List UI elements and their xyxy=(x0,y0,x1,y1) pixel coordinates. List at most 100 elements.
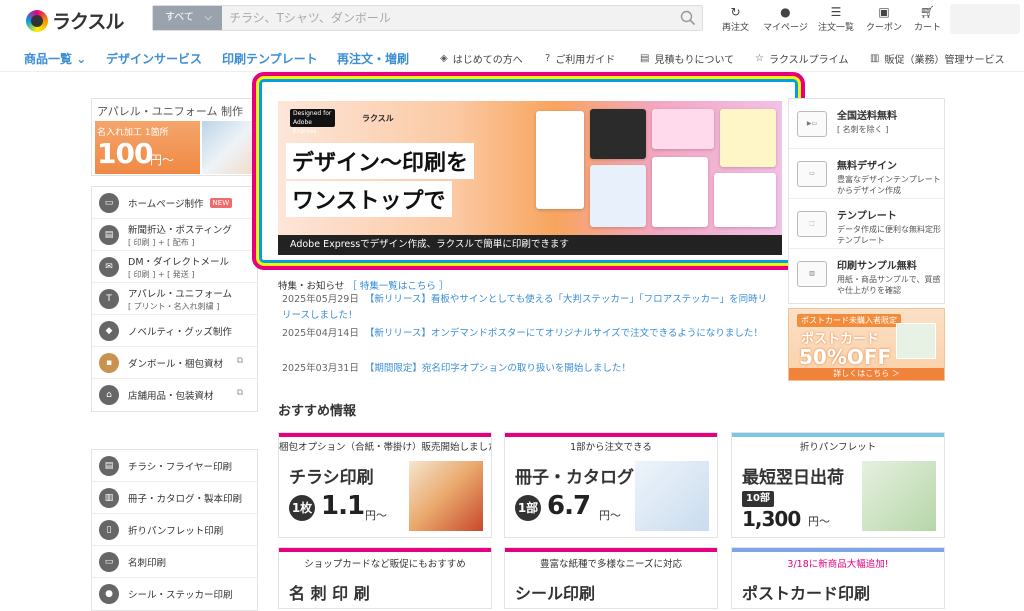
category-pamphlet[interactable]: ▯ 折りパンフレット印刷 xyxy=(92,514,257,546)
card-price: 6.7 xyxy=(547,491,591,521)
apparel-promo-banner[interactable]: アパレル・ユニフォーム 制作 名入れ加工 1箇所 100 円〜 xyxy=(91,98,258,176)
card-business-card[interactable]: ショップカードなど販促にもおすすめ 名 刺 印 刷 xyxy=(278,547,492,609)
banner-mockup xyxy=(714,173,776,227)
banner-mockup xyxy=(590,109,646,159)
book-icon: ▥ xyxy=(99,488,119,508)
search-icon[interactable] xyxy=(680,10,696,26)
banner-mockup xyxy=(720,109,776,167)
card-qty: 10部 xyxy=(742,491,774,507)
nav-estimate[interactable]: ▤ 見積もりについて xyxy=(640,51,734,66)
star-icon: ☆ xyxy=(755,53,764,64)
card-accent-bar xyxy=(505,548,717,552)
card-postcard[interactable]: 3/18に新商品大幅追加! ポストカード印刷 xyxy=(731,547,945,609)
category-cardboard[interactable]: ▪ ダンボール・梱包資材 ⧉ xyxy=(92,347,257,379)
category-list: ▭ ホームページ制作 NEW ▤ 新聞折込・ポスティング[ 印刷 ] + [ 配布 ]… xyxy=(91,186,258,412)
news-item[interactable]: 2025年05月29日 【新リリース】看板やサインとしても使える「大判ステッカー」… xyxy=(282,292,768,324)
postcard-promo-banner[interactable]: ポストカード未購入者限定 ポストカード 50%OFF 詳しくはこちら ＞ xyxy=(788,308,945,381)
pamphlet-icon: ▯ xyxy=(99,520,119,540)
global-nav: 商品一覧 ⌄ デザインサービス 印刷テンプレート 再注文・増刷 ◈ はじめての方へ… xyxy=(0,44,1024,72)
card-caption: 豊富な紙種で多様なニーズに対応 xyxy=(539,559,683,570)
logo[interactable]: ラクスル xyxy=(26,7,124,34)
box-icon: ▪ xyxy=(99,353,119,373)
nav-coupon-label: クーポン xyxy=(866,23,903,33)
nav-design-service[interactable]: デザインサービス xyxy=(106,50,202,67)
category-posting[interactable]: ▤ 新聞折込・ポスティング[ 印刷 ] + [ 配布 ] xyxy=(92,219,257,251)
nav-reprint[interactable]: 再注文・増刷 xyxy=(337,50,409,67)
nav-sales-management[interactable]: ▥ 販促（業務）管理サービス xyxy=(870,51,1004,66)
nav-orders[interactable]: ☰ 注文一覧 xyxy=(818,5,854,33)
nav-cart[interactable]: 🛒︎ カート xyxy=(914,5,941,33)
category-store[interactable]: ⌂ 店舗用品・包装資材 ⧉ xyxy=(92,379,257,411)
news-item[interactable]: 2025年03月31日 【期間限定】宛名印字オプションの取り扱いを開始しました！ xyxy=(282,361,768,377)
card-price: 1.1 xyxy=(321,491,365,521)
list-icon: ☰ xyxy=(830,5,842,19)
nav-coupon[interactable]: ▣ クーポン xyxy=(866,5,902,33)
card-caption: ショップカードなど販促にもおすすめ xyxy=(304,559,466,570)
template-icon: ⬚ xyxy=(797,211,827,237)
banner-mockup xyxy=(652,109,714,149)
store-icon: ⌂ xyxy=(99,385,119,405)
card-price: 1,300 xyxy=(742,507,801,531)
print-category-list: ▤ チラシ・フライヤー印刷 ▥ 冊子・カタログ・製本印刷 ▯ 折りパンフレット印刷 ▭… xyxy=(91,449,258,611)
chevron-down-icon: ⌵ xyxy=(204,12,212,23)
promo-tag: ポストカード未購入者限定 xyxy=(797,314,901,327)
card-name: 名 刺 印 刷 xyxy=(289,584,370,603)
promo-image xyxy=(896,323,936,359)
card-sticker[interactable]: 豊富な紙種で多様なニーズに対応 シール印刷 xyxy=(504,547,718,609)
user-icon: ● xyxy=(780,5,791,19)
newspaper-icon: ▤ xyxy=(99,225,119,245)
card-booklet[interactable]: 1部から注文できる 冊子・カタログ 1部 6.7 円〜 xyxy=(504,432,718,538)
search-category-select[interactable]: すべて ⌵ xyxy=(153,6,222,30)
category-booklet[interactable]: ▥ 冊子・カタログ・製本印刷 xyxy=(92,482,257,514)
card-caption: 1部から注文できる xyxy=(570,442,652,453)
promo-cta: 詳しくはこちら ＞ xyxy=(789,368,944,380)
tshirt-icon: T xyxy=(99,289,119,309)
card-accent-bar xyxy=(279,433,491,437)
search-input[interactable] xyxy=(229,6,669,30)
nav-reorder[interactable]: ↻ 再注文 xyxy=(722,5,749,33)
logo-mark-icon xyxy=(26,9,48,32)
category-flyer[interactable]: ▤ チラシ・フライヤー印刷 xyxy=(92,450,257,482)
category-dm[interactable]: ✉ DM・ダイレクトメール[ 印刷 ] + [ 発送 ] xyxy=(92,251,257,283)
account-area[interactable] xyxy=(950,4,1020,34)
gift-icon: ◆ xyxy=(99,321,119,341)
flyer-icon: ▤ xyxy=(99,456,119,476)
nav-prime[interactable]: ☆ ラクスルプライム xyxy=(755,51,848,66)
category-apparel[interactable]: T アパレル・ユニフォーム[ プリント・名入れ刺繍 ] xyxy=(92,283,257,315)
service-free-design[interactable]: ▭ 無料デザイン 豊富なデザインテンプレートからデザイン作成 xyxy=(789,149,944,199)
adobe-express-banner[interactable]: Designed for Adobe Express ラクスル デザイン～印刷を… xyxy=(278,101,782,255)
nav-templates[interactable]: 印刷テンプレート xyxy=(222,50,318,67)
question-icon: ? xyxy=(545,53,551,64)
nav-mypage[interactable]: ● マイページ xyxy=(763,5,808,33)
nav-guide[interactable]: ? ご利用ガイド xyxy=(545,51,615,66)
card-unit: 円〜 xyxy=(599,509,621,522)
news-list-link[interactable]: ［ 特集一覧はこちら ］ xyxy=(347,281,448,292)
category-novelty[interactable]: ◆ ノベルティ・グッズ制作 xyxy=(92,315,257,347)
nav-reorder-label: 再注文 xyxy=(722,23,750,33)
card-image xyxy=(635,461,709,531)
mail-icon: ✉ xyxy=(99,257,119,277)
category-business-card[interactable]: ▭ 名刺印刷 xyxy=(92,546,257,578)
chevron-down-icon: ⌄ xyxy=(76,52,87,66)
card-name: ポストカード印刷 xyxy=(742,584,871,603)
card-accent-bar xyxy=(279,548,491,552)
sample-icon: ▥ xyxy=(797,261,827,287)
service-free-shipping[interactable]: ▶▭ 全国送料無料 [ 名刺を除く ] xyxy=(789,99,944,149)
shield-icon: ◈ xyxy=(440,53,448,64)
cart-icon: 🛒︎ xyxy=(919,5,936,19)
category-sticker[interactable]: ● シール・ステッカー印刷 xyxy=(92,578,257,610)
service-template[interactable]: ⬚ テンプレート データ作成に便利な無料定形テンプレート xyxy=(789,199,944,249)
card-qty: 1枚 xyxy=(289,495,315,521)
external-link-icon: ⧉ xyxy=(236,388,243,398)
category-homepage[interactable]: ▭ ホームページ制作 NEW xyxy=(92,187,257,219)
news-header: 特集・お知らせ ［ 特集一覧はこちら ］ xyxy=(278,278,448,292)
service-free-sample[interactable]: ▥ 印刷サンプル無料 用紙・商品サンプルで、質感や仕上がりを確認 xyxy=(789,249,944,303)
nav-beginners[interactable]: ◈ はじめての方へ xyxy=(440,51,523,66)
card-flyer[interactable]: 梱包オプション（合紙・帯掛け）販売開始しました！ チラシ印刷 1枚 1.1 円〜 xyxy=(278,432,492,538)
card-pamphlet[interactable]: 折りパンフレット 最短翌日出荷 10部 1,300 円〜 xyxy=(731,432,945,538)
document-icon: ▤ xyxy=(640,53,650,64)
promo-discount: 50%OFF xyxy=(799,345,892,369)
card-icon: ▭ xyxy=(99,552,119,572)
nav-products[interactable]: 商品一覧 ⌄ xyxy=(24,50,86,67)
news-item[interactable]: 2025年04月14日 【新リリース】オンデマンドポスターにてオリジナルサイズで注… xyxy=(282,326,768,342)
